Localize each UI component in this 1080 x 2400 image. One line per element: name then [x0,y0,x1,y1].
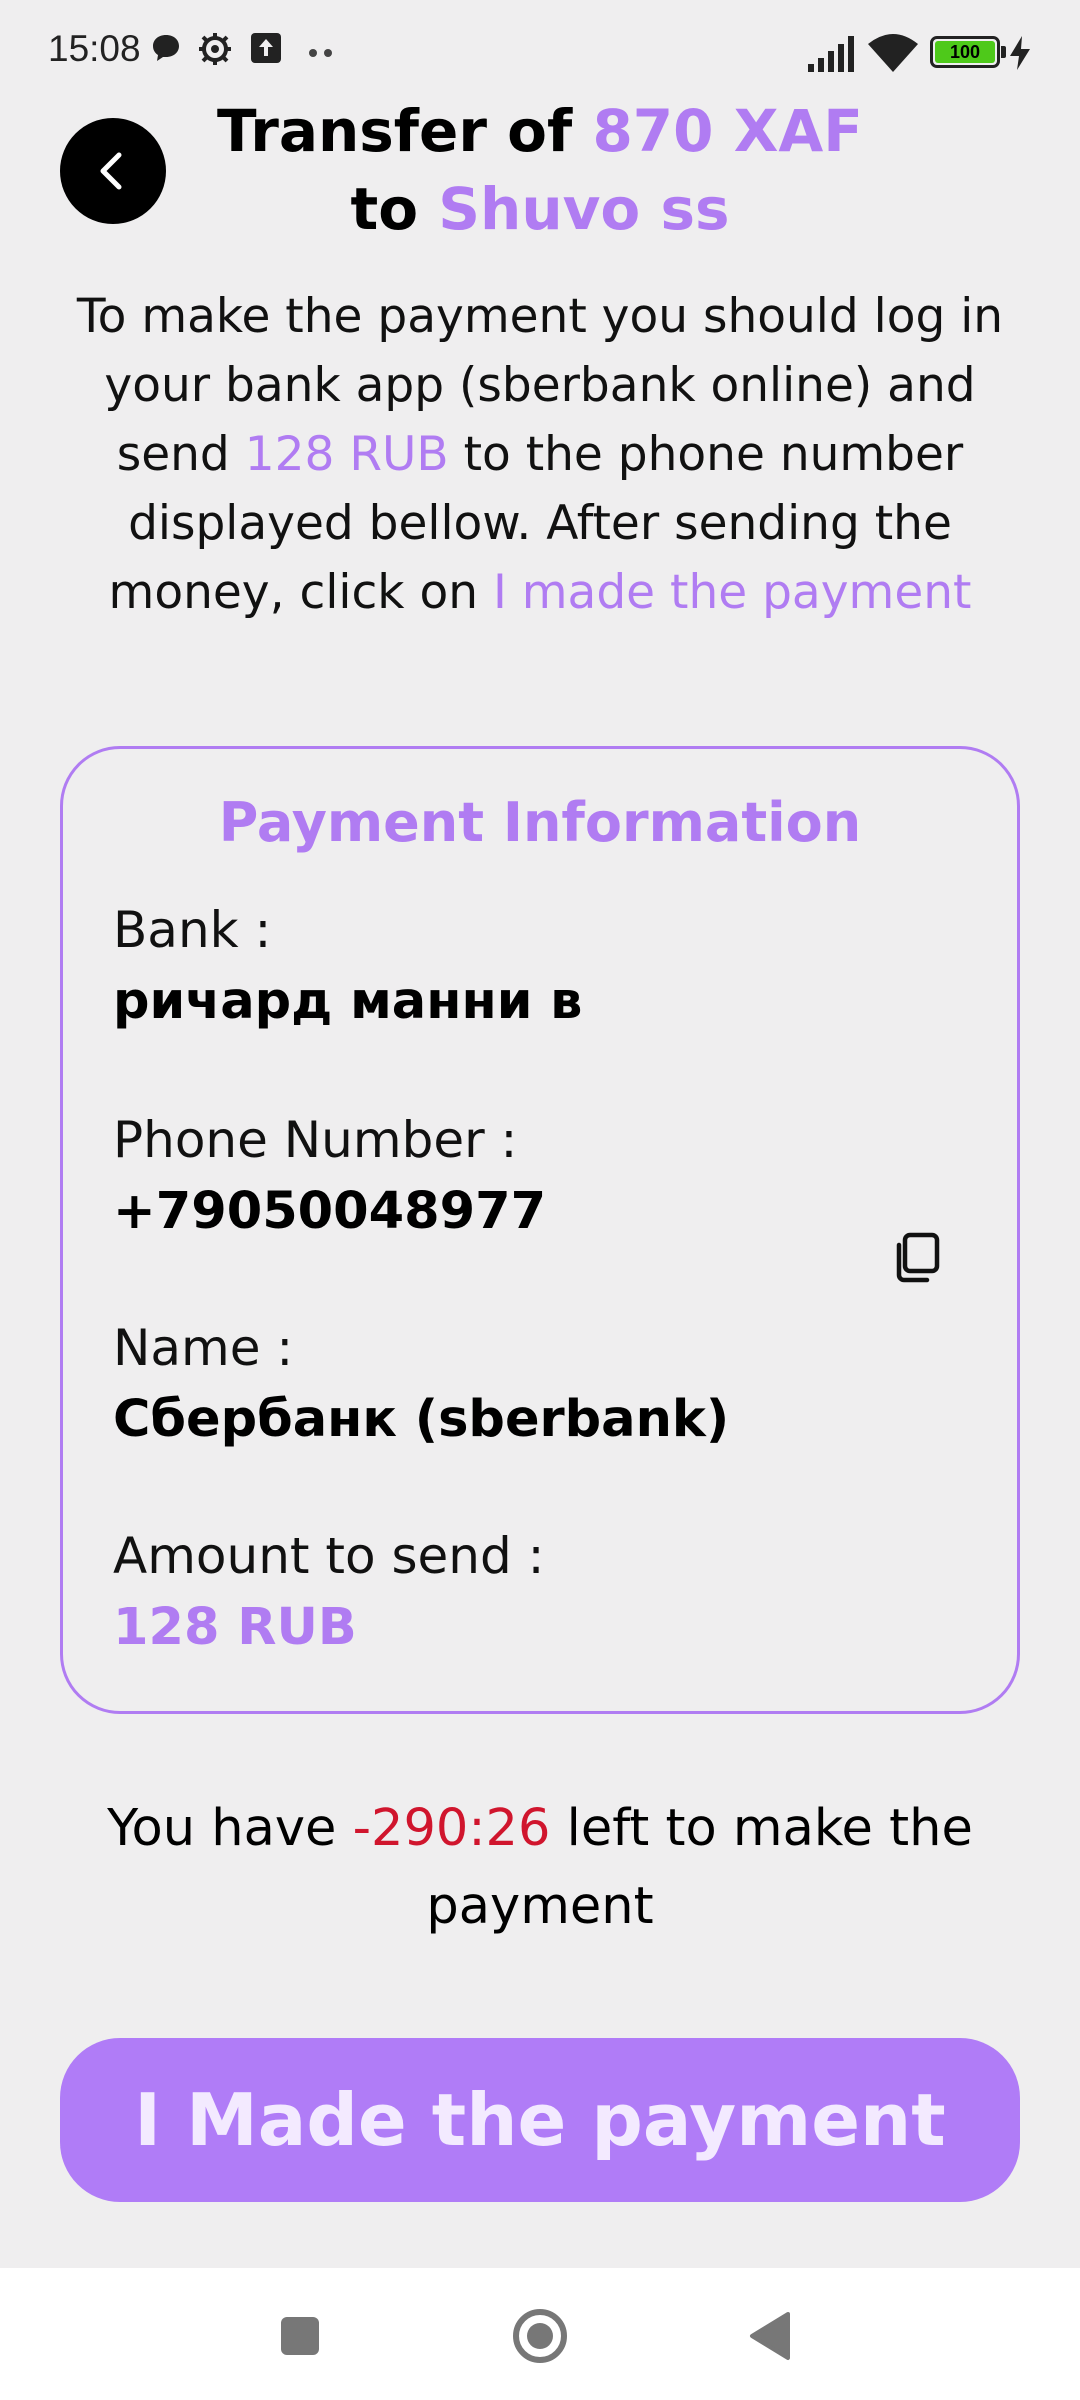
name-field: Name : Сбербанк (sberbank) [113,1315,973,1459]
copy-icon [896,1232,940,1283]
bank-value: ричард манни в [113,972,583,1031]
nav-back-button[interactable] [740,2306,800,2366]
recipient-name: Shuvo ss [438,175,730,243]
back-button[interactable] [60,118,166,224]
signal-icon [808,36,854,72]
back-triangle-icon [750,2312,790,2360]
copy-phone-button[interactable] [873,1215,959,1301]
phone-field: Phone Number : +79050048977 [113,1107,973,1251]
battery-fill: 100 [935,41,995,63]
chevron-left-icon [100,152,122,190]
instructions-link: I made the payment [492,565,972,620]
phone-value: +79050048977 [113,1182,547,1241]
more-dots-icon [309,49,332,57]
name-value: Сбербанк (sberbank) [113,1390,730,1449]
nav-recents-button[interactable] [270,2306,330,2366]
amount-label: Amount to send : [113,1527,545,1585]
status-time: 15:08 [48,28,141,69]
made-payment-button[interactable]: I Made the payment [60,2038,1020,2202]
timer-prefix: You have [107,1799,353,1858]
payment-information-card: Payment Information Bank : ричард манни … [60,746,1020,1714]
instructions-amount: 128 RUB [244,427,449,482]
page-title: Transfer of 870 XAF to Shuvo ss [200,92,880,248]
timer-countdown: -290:26 [352,1799,551,1858]
bank-field: Bank : ричард манни в [113,897,973,1041]
battery-tip [1001,46,1006,58]
name-label: Name : [113,1319,294,1377]
payment-instructions: To make the payment you should log in yo… [70,282,1010,627]
battery-level: 100 [949,42,981,62]
upload-icon [251,33,281,63]
phone-label: Phone Number : [113,1111,518,1169]
amount-field: Amount to send : 128 RUB [113,1523,973,1667]
title-prefix: Transfer of [217,97,593,165]
gear-icon [199,33,231,65]
bank-label: Bank : [113,901,272,959]
transfer-amount: 870 XAF [592,97,863,165]
payment-timer: You have -290:26 left to make the paymen… [40,1790,1040,1946]
charging-icon [1010,36,1030,70]
status-bar: 15:08 100 [0,0,1080,100]
system-nav-bar [0,2268,1080,2400]
card-title: Payment Information [218,791,862,854]
wifi-icon [868,34,918,72]
home-circle-icon [513,2309,567,2363]
amount-value: 128 RUB [113,1598,357,1657]
battery-icon: 100 [930,36,1000,68]
nav-home-button[interactable] [505,2301,575,2371]
chat-bubble-icon [153,35,179,61]
square-icon [281,2317,319,2355]
title-to: to [350,175,439,243]
